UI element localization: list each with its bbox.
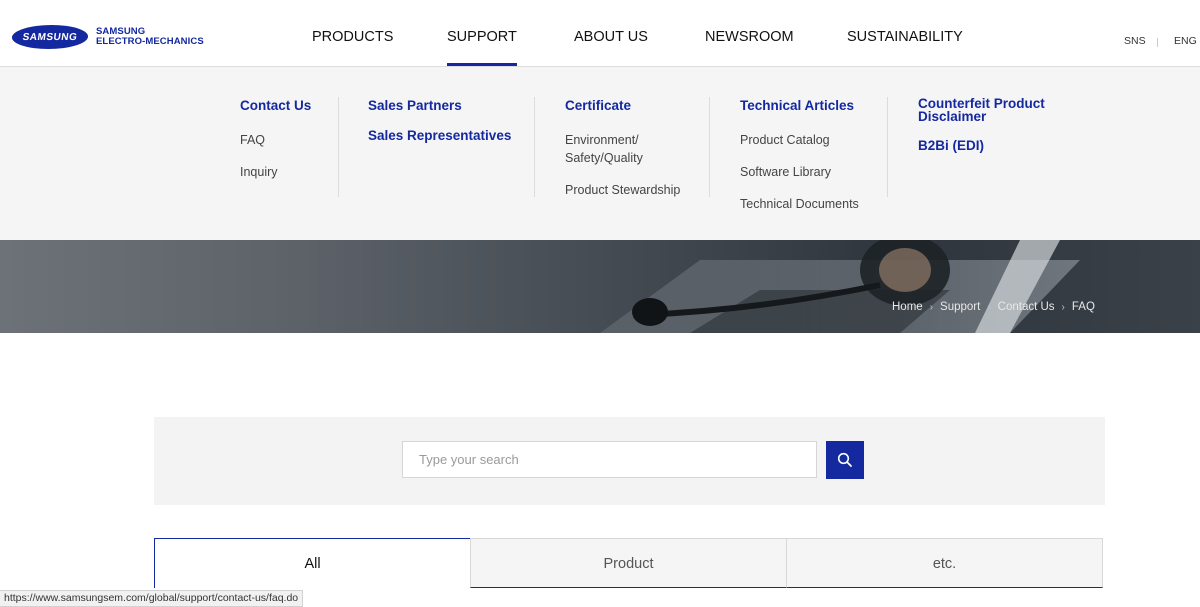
menu-sales-partners[interactable]: Sales Partners bbox=[368, 97, 511, 114]
logo[interactable]: SAMSUNG SAMSUNG ELECTRO-MECHANICS bbox=[10, 25, 204, 49]
nav-products[interactable]: PRODUCTS bbox=[312, 8, 393, 66]
menu-product-catalog[interactable]: Product Catalog bbox=[740, 131, 859, 149]
faq-category-tabs: All Product etc. bbox=[154, 538, 1103, 588]
menu-technical-articles[interactable]: Technical Articles bbox=[740, 97, 859, 114]
breadcrumb-support[interactable]: Support bbox=[940, 301, 980, 313]
column-divider bbox=[709, 97, 710, 197]
breadcrumb: Home › Support › Contact Us › FAQ bbox=[892, 301, 1095, 313]
chevron-right-icon: › bbox=[1061, 302, 1065, 313]
mega-column-contact: Contact Us FAQ Inquiry bbox=[240, 97, 311, 181]
tab-etc[interactable]: etc. bbox=[786, 538, 1103, 588]
menu-b2bi-edi[interactable]: B2Bi (EDI) bbox=[918, 137, 1068, 154]
banner-illustration bbox=[600, 240, 1080, 333]
tab-all[interactable]: All bbox=[154, 538, 471, 588]
search-input[interactable] bbox=[402, 441, 817, 478]
column-divider bbox=[534, 97, 535, 197]
nav-newsroom[interactable]: NEWSROOM bbox=[705, 8, 794, 66]
menu-inquiry[interactable]: Inquiry bbox=[240, 163, 311, 181]
language-link[interactable]: ENG bbox=[1174, 8, 1197, 66]
search-button[interactable] bbox=[826, 441, 864, 479]
column-divider bbox=[338, 97, 339, 197]
column-divider bbox=[887, 97, 888, 197]
chevron-right-icon: › bbox=[987, 302, 991, 313]
nav-support[interactable]: SUPPORT bbox=[447, 8, 517, 66]
menu-certificate[interactable]: Certificate bbox=[565, 97, 680, 114]
search-icon bbox=[837, 452, 852, 467]
mega-column-certificate: Certificate Environment/ Safety/Quality … bbox=[565, 97, 680, 199]
breadcrumb-home[interactable]: Home bbox=[892, 301, 923, 313]
menu-technical-documents[interactable]: Technical Documents bbox=[740, 195, 859, 213]
site-header: SAMSUNG SAMSUNG ELECTRO-MECHANICS PRODUC… bbox=[0, 8, 1200, 67]
nav-about-us[interactable]: ABOUT US bbox=[574, 8, 648, 66]
breadcrumb-faq: FAQ bbox=[1071, 301, 1095, 313]
menu-product-stewardship[interactable]: Product Stewardship bbox=[565, 181, 680, 199]
sns-link[interactable]: SNS bbox=[1124, 8, 1146, 66]
link-status-url: https://www.samsungsem.com/global/suppor… bbox=[0, 590, 304, 607]
menu-faq[interactable]: FAQ bbox=[240, 131, 311, 149]
tab-product[interactable]: Product bbox=[470, 538, 787, 588]
support-banner: Home › Support › Contact Us › FAQ bbox=[0, 240, 1200, 333]
mega-column-sales: Sales Partners Sales Representatives bbox=[368, 97, 511, 144]
logo-wordmark: SAMSUNG ELECTRO-MECHANICS bbox=[96, 27, 204, 47]
mega-column-counterfeit: Counterfeit Product Disclaimer B2Bi (EDI… bbox=[918, 97, 1068, 154]
logo-line-2: ELECTRO-MECHANICS bbox=[96, 36, 204, 47]
samsung-logo-oval: SAMSUNG bbox=[10, 25, 90, 49]
nav-sustainability[interactable]: SUSTAINABILITY bbox=[847, 8, 963, 66]
mega-column-technical: Technical Articles Product Catalog Softw… bbox=[740, 97, 859, 213]
breadcrumb-contact-us[interactable]: Contact Us bbox=[998, 301, 1055, 313]
support-mega-menu: Contact Us FAQ Inquiry Sales Partners Sa… bbox=[0, 67, 1200, 240]
menu-environment-safety-quality[interactable]: Environment/ Safety/Quality bbox=[565, 131, 680, 167]
menu-counterfeit-disclaimer[interactable]: Counterfeit Product Disclaimer bbox=[918, 97, 1068, 124]
chevron-right-icon: › bbox=[929, 302, 934, 313]
menu-contact-us[interactable]: Contact Us bbox=[240, 97, 311, 114]
faq-search-area bbox=[154, 417, 1105, 505]
menu-software-library[interactable]: Software Library bbox=[740, 163, 859, 181]
menu-sales-representatives[interactable]: Sales Representatives bbox=[368, 127, 511, 144]
util-divider bbox=[1157, 38, 1158, 47]
